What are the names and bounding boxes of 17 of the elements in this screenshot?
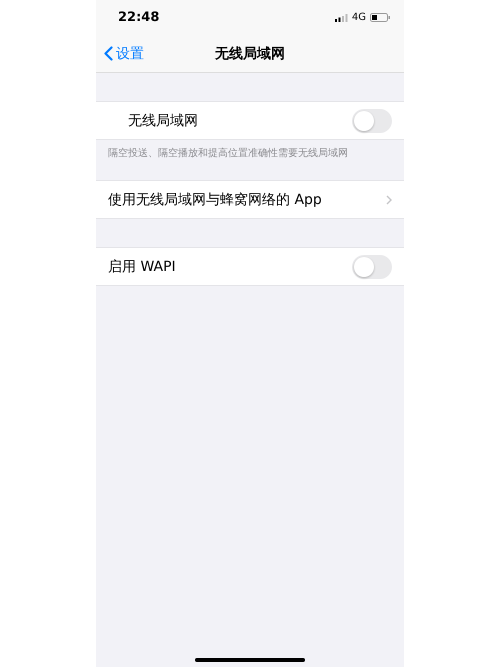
settings-row[interactable]: 使用无线局域网与蜂窝网络的 App: [96, 180, 404, 219]
row-label: 无线局域网: [128, 112, 198, 130]
row-label: 使用无线局域网与蜂窝网络的 App: [108, 190, 322, 208]
back-chevron-icon: [104, 46, 113, 61]
signal-icon: [334, 14, 348, 22]
network-label: 4G: [352, 12, 366, 23]
status-time: 22:48: [118, 10, 160, 25]
chevron-icon: [386, 194, 392, 204]
toggle-switch[interactable]: [352, 108, 392, 132]
toggle-switch[interactable]: [352, 254, 392, 278]
settings-row[interactable]: 无线局域网: [96, 101, 404, 140]
section-footer: 隔空投送、隔空播放和提高位置准确性需要无线局域网: [108, 148, 348, 159]
nav-title: 无线局域网: [215, 46, 285, 62]
settings-row[interactable]: 启用 WAPI: [96, 247, 404, 286]
back-button[interactable]: 设置: [96, 44, 150, 64]
battery-icon: [370, 13, 390, 22]
row-label: 启用 WAPI: [108, 258, 176, 276]
